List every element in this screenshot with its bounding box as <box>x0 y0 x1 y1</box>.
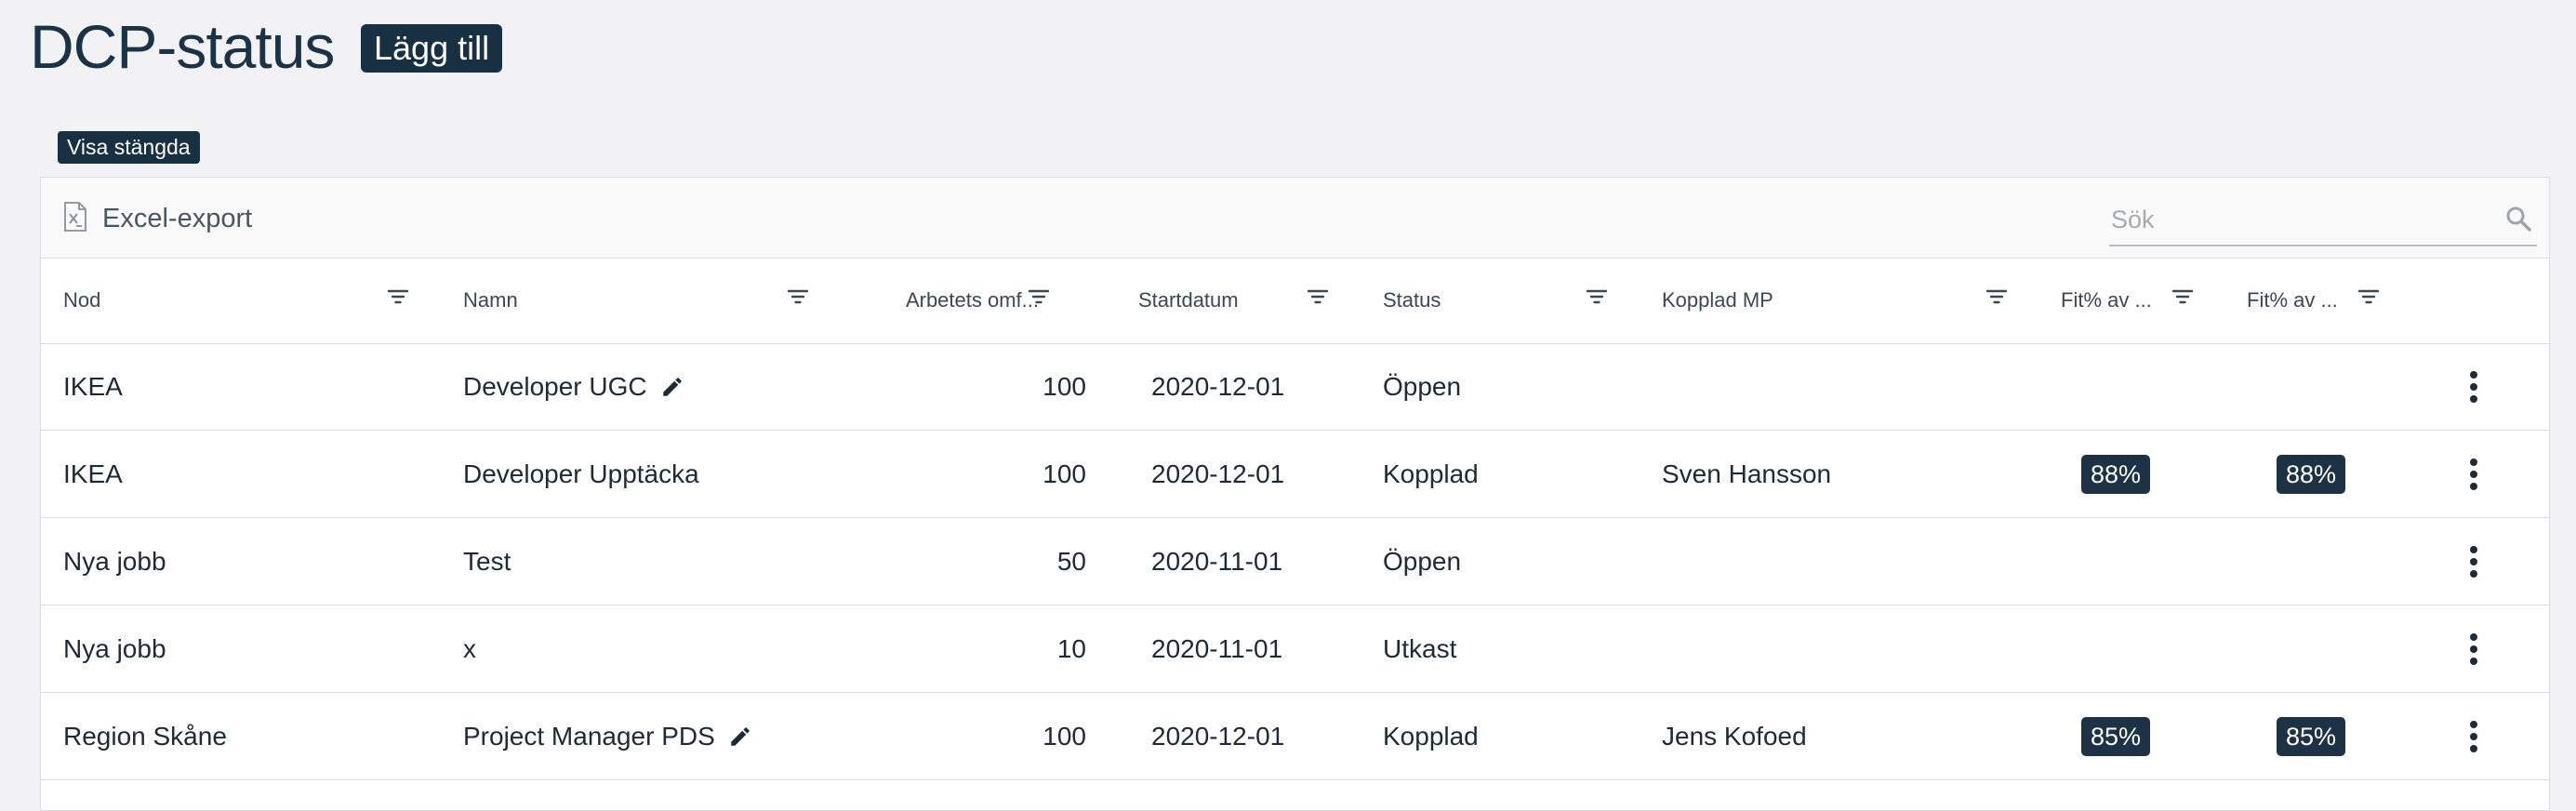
cell-namn: Developer UGC <box>463 343 684 430</box>
cell-namn-text: Developer UGC <box>463 371 647 401</box>
cell-startdatum: 2020-11-01 <box>1151 546 1283 576</box>
pencil-icon[interactable] <box>728 725 752 749</box>
cell-namn-text: Developer Upptäcka <box>463 459 699 488</box>
more-vert-icon[interactable] <box>2463 371 2485 403</box>
more-vert-icon[interactable] <box>2463 721 2485 752</box>
cell-startdatum: 2020-12-01 <box>1151 459 1285 488</box>
column-arbetets-omfattning-header[interactable]: Arbetets omf... <box>862 258 1039 343</box>
filter-icon[interactable] <box>787 289 809 309</box>
cell-namn-text: Test <box>463 546 511 576</box>
pencil-icon[interactable] <box>660 375 684 399</box>
fit-badge: 88% <box>2081 455 2151 494</box>
filter-icon[interactable] <box>1586 289 1608 309</box>
page-title: DCP-status <box>30 12 335 81</box>
cell-nod: Region Skåne <box>63 721 227 751</box>
table-toolbar: Excel-export <box>41 178 2549 259</box>
fit-badge: 85% <box>2081 717 2151 756</box>
filter-icon[interactable] <box>1307 289 1329 309</box>
cell-nod: Nya jobb <box>63 546 166 576</box>
cell-namn: Test <box>463 518 511 605</box>
cell-kopplad-mp: Sven Hansson <box>1662 459 1832 488</box>
show-closed-button[interactable]: Visa stängda <box>58 131 200 164</box>
search-input[interactable] <box>2109 196 2485 243</box>
column-namn-header[interactable]: Namn <box>463 258 705 343</box>
table-row[interactable]: Region Skåne Project Manager PDS 100 2020-1… <box>41 693 2549 780</box>
cell-namn: x <box>463 605 476 692</box>
fit-badge: 85% <box>2277 717 2346 756</box>
column-kopplad-mp-header[interactable]: Kopplad MP <box>1662 258 1941 343</box>
table-header: Nod Namn Arbetets omf... Startdatum Status Ko… <box>41 258 2549 344</box>
excel-export-button[interactable]: Excel-export <box>63 200 252 237</box>
cell-arbetets-omfattning: 10 <box>1056 633 1086 663</box>
more-vert-icon[interactable] <box>2463 633 2485 665</box>
cell-namn: Developer Upptäcka <box>463 431 699 517</box>
search-icon[interactable] <box>2505 206 2531 236</box>
cell-namn-text: x <box>463 633 476 663</box>
cell-namn-text: Project Manager PDS <box>463 721 715 751</box>
table-row[interactable]: Nya jobb x 10 2020-11-01 Utkast <box>41 605 2549 693</box>
cell-nod: IKEA <box>63 371 123 401</box>
more-vert-icon[interactable] <box>2463 459 2485 490</box>
table-row[interactable]: IKEA Developer UGC 100 2020-12-01 Öppen <box>41 343 2549 431</box>
cell-status: Utkast <box>1383 633 1457 663</box>
filter-icon[interactable] <box>1028 289 1050 309</box>
filter-icon[interactable] <box>1985 289 2008 309</box>
table-row[interactable]: IKEA Developer Upptäcka 100 2020-12-01 Koppl… <box>41 431 2549 518</box>
cell-arbetets-omfattning: 100 <box>1042 371 1086 401</box>
filter-icon[interactable] <box>2357 289 2380 309</box>
cell-arbetets-omfattning: 100 <box>1042 721 1086 751</box>
excel-export-label: Excel-export <box>102 203 253 233</box>
cell-status: Kopplad <box>1383 459 1479 488</box>
cell-nod: Nya jobb <box>63 633 166 663</box>
column-startdatum-header[interactable]: Startdatum <box>1138 258 1306 343</box>
cell-arbetets-omfattning: 100 <box>1042 459 1086 488</box>
cell-startdatum: 2020-12-01 <box>1151 721 1285 751</box>
search-box <box>2109 196 2537 246</box>
cell-arbetets-omfattning: 50 <box>1056 546 1086 576</box>
cell-startdatum: 2020-11-01 <box>1151 633 1283 663</box>
cell-namn: Project Manager PDS <box>463 693 752 779</box>
filter-icon[interactable] <box>2171 289 2194 309</box>
add-button[interactable]: Lägg till <box>361 24 503 73</box>
excel-file-icon <box>63 201 87 236</box>
fit-badge: 88% <box>2277 455 2346 494</box>
dcp-table-panel: Excel-export Nod Namn Arbetets omf... Start… <box>40 177 2550 811</box>
more-vert-icon[interactable] <box>2463 546 2485 578</box>
cell-status: Öppen <box>1383 546 1462 576</box>
cell-status: Öppen <box>1383 371 1462 401</box>
column-nod-header[interactable]: Nod <box>63 258 305 343</box>
table-row[interactable]: Nya jobb Test 50 2020-11-01 Öppen <box>41 518 2549 605</box>
cell-nod: IKEA <box>63 459 123 488</box>
cell-status: Kopplad <box>1383 721 1479 751</box>
column-fit-1-header[interactable]: Fit% av ... <box>2061 258 2163 343</box>
column-status-header[interactable]: Status <box>1383 258 1569 343</box>
cell-kopplad-mp: Jens Kofoed <box>1662 721 1807 751</box>
cell-startdatum: 2020-12-01 <box>1151 371 1285 401</box>
filter-icon[interactable] <box>387 289 409 309</box>
column-fit-2-header[interactable]: Fit% av ... <box>2247 258 2349 343</box>
